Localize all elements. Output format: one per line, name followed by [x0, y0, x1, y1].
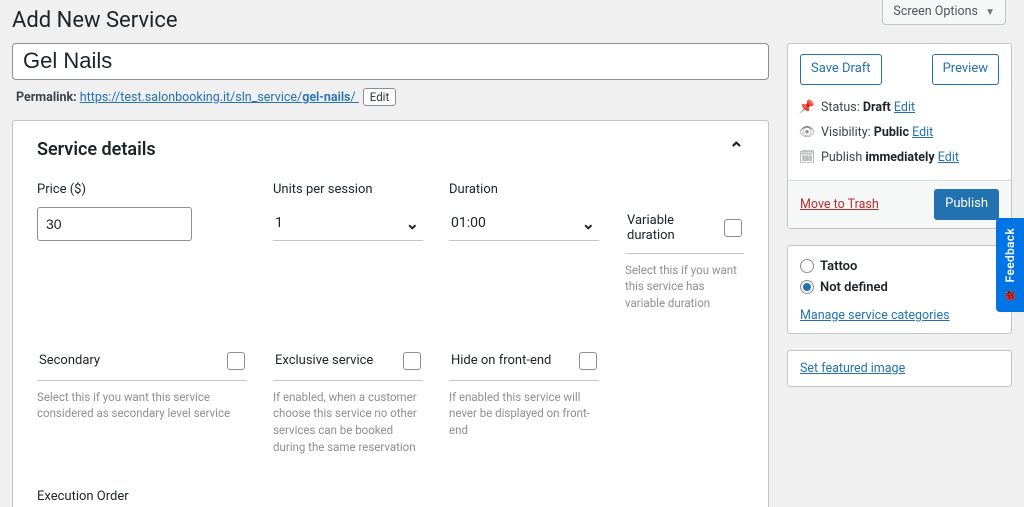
set-featured-image-link[interactable]: Set featured image	[800, 361, 905, 376]
save-draft-button[interactable]: Save Draft	[800, 54, 882, 85]
service-title-input[interactable]	[12, 43, 769, 80]
permalink-label: Permalink:	[16, 90, 77, 105]
screen-options-label: Screen Options	[893, 4, 978, 19]
category-radio-not-defined[interactable]	[800, 280, 814, 294]
price-input[interactable]	[37, 207, 192, 241]
hide-checkbox[interactable]	[579, 352, 597, 370]
service-details-heading: Service details	[37, 139, 156, 160]
categories-box: Tattoo Not defined Manage service catego…	[787, 245, 1012, 334]
variable-duration-label: Variable duration	[627, 213, 724, 243]
screen-options-toggle[interactable]: Screen Options ▼	[882, 0, 1006, 25]
publish-label: Publish	[821, 150, 862, 165]
units-label: Units per session	[273, 182, 423, 197]
hide-hint: If enabled this service will never be di…	[449, 389, 599, 439]
variable-duration-hint: Select this if you want this service has…	[625, 262, 744, 312]
category-label-tattoo: Tattoo	[820, 259, 857, 274]
exclusive-label: Exclusive service	[275, 353, 373, 368]
bug-icon: 🐞	[1003, 288, 1018, 302]
category-radio-tattoo[interactable]	[800, 259, 814, 273]
page-title: Add New Service	[12, 8, 1024, 33]
calendar-icon: 🗓	[800, 150, 814, 165]
duration-value: 01:00	[451, 215, 486, 231]
hide-label: Hide on front-end	[451, 353, 551, 368]
units-value: 1	[275, 215, 283, 231]
publish-button[interactable]: Publish	[934, 189, 999, 220]
edit-status-link[interactable]: Edit	[894, 100, 915, 115]
secondary-hint: Select this if you want this service con…	[37, 389, 247, 422]
eye-icon: 👁	[800, 125, 814, 140]
exclusive-hint: If enabled, when a customer choose this …	[273, 389, 423, 456]
pin-icon: 📌	[800, 100, 814, 115]
category-label-not-defined: Not defined	[820, 280, 888, 295]
publish-value: immediately	[865, 150, 934, 165]
units-select[interactable]: 1 ⌄	[273, 207, 423, 241]
price-label: Price ($)	[37, 182, 247, 197]
secondary-label: Secondary	[39, 353, 100, 368]
visibility-label: Visibility:	[821, 125, 871, 140]
publish-box: Save Draft Preview 📌 Status: Draft Edit …	[787, 43, 1012, 229]
variable-duration-checkbox[interactable]	[724, 219, 742, 237]
edit-slug-button[interactable]: Edit	[363, 88, 396, 106]
feedback-tab[interactable]: Feedback 🐞	[996, 218, 1024, 312]
chevron-down-icon: ▼	[985, 7, 995, 18]
secondary-checkbox[interactable]	[227, 352, 245, 370]
duration-select[interactable]: 01:00 ⌄	[449, 207, 599, 241]
collapse-panel-icon[interactable]: ⌃	[729, 139, 744, 160]
status-label: Status:	[821, 100, 860, 115]
exclusive-checkbox[interactable]	[403, 352, 421, 370]
chevron-down-icon: ⌄	[406, 214, 419, 233]
chevron-down-icon: ⌄	[582, 214, 595, 233]
manage-categories-link[interactable]: Manage service categories	[800, 308, 950, 323]
move-to-trash-link[interactable]: Move to Trash	[800, 197, 879, 212]
edit-visibility-link[interactable]: Edit	[912, 125, 933, 140]
duration-label: Duration	[449, 182, 599, 197]
edit-publish-link[interactable]: Edit	[938, 150, 959, 165]
preview-button[interactable]: Preview	[932, 54, 999, 85]
featured-image-box: Set featured image	[787, 350, 1012, 387]
status-value: Draft	[863, 100, 891, 115]
visibility-value: Public	[874, 125, 909, 140]
execution-order-label: Execution Order	[37, 489, 247, 504]
permalink-link[interactable]: https://test.salonbooking.it/sln_service…	[80, 90, 359, 105]
feedback-label: Feedback	[1003, 228, 1017, 282]
